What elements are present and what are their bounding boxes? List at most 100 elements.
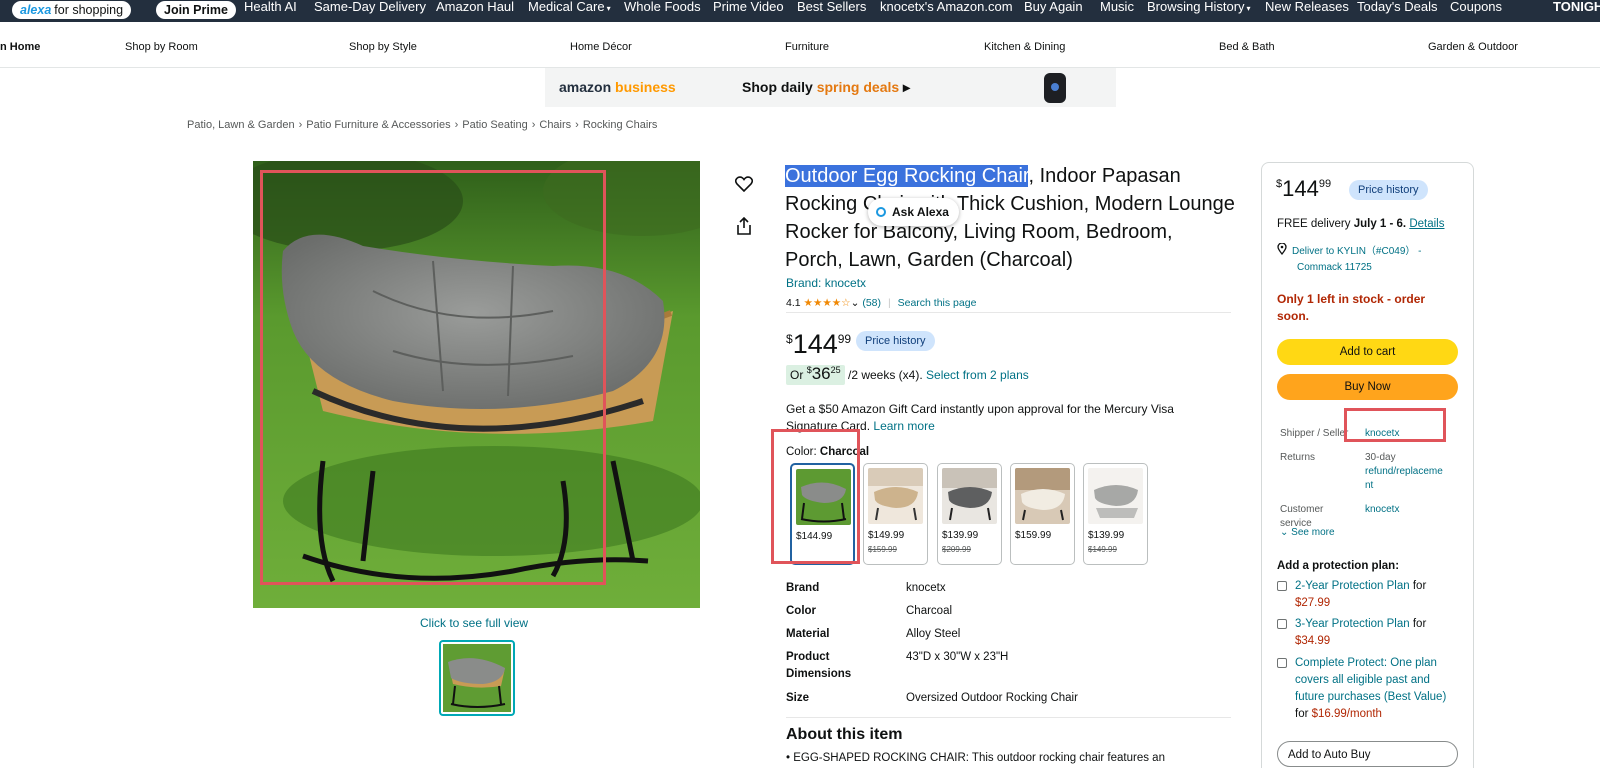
color-label: Color: Charcoal <box>786 446 870 458</box>
ratings-count-link[interactable]: (58) <box>862 297 881 309</box>
nav-link-my-amazon[interactable]: knocetx's Amazon.com <box>880 0 1013 14</box>
share-button[interactable] <box>729 211 759 241</box>
returns-label: Returns <box>1280 452 1316 463</box>
thumbnail-1[interactable] <box>439 640 515 716</box>
select-plans-link[interactable]: Select from 2 plans <box>926 368 1029 382</box>
buy-now-button[interactable]: Buy Now <box>1277 374 1458 400</box>
cat-shop-by-room[interactable]: Shop by Room <box>125 41 198 53</box>
search-this-page-link[interactable]: Search this page <box>898 297 977 309</box>
protection-plan-heading: Add a protection plan: <box>1277 560 1400 572</box>
seller-link[interactable]: knocetx <box>1365 427 1399 441</box>
amazon-business-logo: amazon business <box>559 79 676 95</box>
cat-home[interactable]: n Home <box>0 41 40 53</box>
rating-row: 4.1 ★★★★☆⌄ (58) | Search this page <box>786 297 976 309</box>
cat-garden-outdoor[interactable]: Garden & Outdoor <box>1428 41 1518 53</box>
breadcrumb: Patio, Lawn & Garden › Patio Furniture & A… <box>187 119 657 131</box>
click-full-view-link[interactable]: Click to see full view <box>420 616 528 630</box>
buy-box: $14499 Price history FREE delivery July … <box>1261 162 1474 768</box>
protection-2yr-link[interactable]: 2-Year Protection Plan <box>1295 580 1410 592</box>
returns-policy-link[interactable]: 30-day refund/replaceme nt <box>1365 451 1443 493</box>
nav-link-best-sellers[interactable]: Best Sellers <box>797 0 866 14</box>
swatch-image <box>868 468 923 524</box>
color-swatch-cream[interactable]: $159.99 <box>1010 463 1075 565</box>
star-rating-icon[interactable]: ★★★★☆ <box>804 297 851 309</box>
join-prime-button[interactable]: Join Prime <box>156 1 236 19</box>
breadcrumb-item[interactable]: Patio Furniture & Accessories <box>306 119 450 131</box>
add-to-auto-buy-button[interactable]: Add to Auto Buy <box>1277 741 1458 767</box>
swatch-image <box>796 469 851 525</box>
protection-2yr-checkbox[interactable] <box>1277 581 1287 591</box>
brand-store-link[interactable]: Brand: knocetx <box>786 276 866 290</box>
swatch-image <box>942 468 997 524</box>
heart-icon <box>735 176 753 192</box>
complete-protect-link[interactable]: Complete Protect: One plan covers all el… <box>1295 657 1446 703</box>
breadcrumb-separator: › <box>454 119 459 131</box>
ad-banner[interactable]: amazon business Shop daily spring deals … <box>545 68 1116 107</box>
chevron-down-icon: ⌄ <box>1280 527 1289 538</box>
alexa-for-shopping-button[interactable]: alexa for shopping <box>12 1 132 19</box>
breadcrumb-separator: › <box>531 119 536 131</box>
chevron-down-icon[interactable]: ⌄ <box>851 297 860 309</box>
nav-link-buy-again[interactable]: Buy Again <box>1024 0 1083 14</box>
nav-link-medical-care[interactable]: Medical Care ▾ <box>528 0 611 16</box>
learn-more-link[interactable]: Learn more <box>873 419 934 433</box>
gift-card-offer: Get a $50 Amazon Gift Card instantly upo… <box>786 402 1174 433</box>
alexa-logo: alexa <box>20 3 52 17</box>
breadcrumb-item[interactable]: Rocking Chairs <box>583 119 658 131</box>
color-swatch-charcoal[interactable]: $144.99 <box>790 463 855 565</box>
cat-home-decor[interactable]: Home Décor <box>570 41 632 53</box>
cat-shop-by-style[interactable]: Shop by Style <box>349 41 417 53</box>
cat-bed-bath[interactable]: Bed & Bath <box>1219 41 1275 53</box>
installment-offer: Or $3625 /2 weeks (x4). Select from 2 pl… <box>786 364 1029 385</box>
complete-protect-checkbox[interactable] <box>1277 658 1287 668</box>
cat-furniture[interactable]: Furniture <box>785 41 829 53</box>
breadcrumb-item[interactable]: Patio, Lawn & Garden <box>187 119 295 131</box>
share-icon <box>737 217 751 235</box>
nav-link-whole-foods[interactable]: Whole Foods <box>624 0 701 14</box>
nav-link-browsing-history[interactable]: Browsing History ▾ <box>1147 0 1251 16</box>
top-nav: alexa for shopping Join Prime Health AI S… <box>0 0 1600 22</box>
nav-link-music[interactable]: Music <box>1100 0 1134 14</box>
alexa-icon <box>876 207 886 217</box>
product-title: Outdoor Egg Rocking Chair, Indoor Papasa… <box>785 162 1235 274</box>
divider <box>786 312 1231 313</box>
nav-link-amazon-haul[interactable]: Amazon Haul <box>436 0 514 14</box>
ask-alexa-button[interactable]: Ask Alexa <box>868 198 959 226</box>
nav-link-prime-video[interactable]: Prime Video <box>713 0 784 14</box>
nav-promo-tonight[interactable]: TONIGH <box>1553 0 1600 14</box>
cat-kitchen-dining[interactable]: Kitchen & Dining <box>984 41 1065 53</box>
deliver-to-link[interactable]: Deliver to KYLIN（#C049） - Commack 11725 <box>1277 242 1422 276</box>
protection-3yr-checkbox[interactable] <box>1277 619 1287 629</box>
about-bullet: • EGG-SHAPED ROCKING CHAIR: This outdoor… <box>786 752 1165 764</box>
main-product-image[interactable] <box>253 161 700 608</box>
stock-status: Only 1 left in stock - order soon. <box>1277 292 1426 323</box>
wishlist-button[interactable] <box>729 169 759 199</box>
divider: | <box>887 297 891 309</box>
color-swatch-light-grey[interactable]: $139.99 $149.99 <box>1083 463 1148 565</box>
breadcrumb-item[interactable]: Patio Seating <box>462 119 527 131</box>
nav-link-todays-deals[interactable]: Today's Deals <box>1357 0 1438 14</box>
category-bar: n Home Shop by Room Shop by Style Home D… <box>0 22 1600 68</box>
customer-service-link[interactable]: knocetx <box>1365 503 1399 517</box>
product-price: $14499 <box>786 329 852 359</box>
see-more-link[interactable]: ⌄ See more <box>1280 527 1335 538</box>
about-this-item-heading: About this item <box>786 726 903 743</box>
color-swatch-beige[interactable]: $149.99 $159.99 <box>863 463 928 565</box>
breadcrumb-separator: › <box>575 119 579 131</box>
installment-price: Or $3625 <box>786 364 845 385</box>
nav-link-new-releases[interactable]: New Releases <box>1265 0 1349 14</box>
product-gadget-image <box>1044 73 1066 103</box>
nav-link-health-ai[interactable]: Health AI <box>244 0 297 14</box>
delivery-details-link[interactable]: Details <box>1409 218 1444 230</box>
nav-link-coupons[interactable]: Coupons <box>1450 0 1502 14</box>
add-to-cart-button[interactable]: Add to cart <box>1277 339 1458 365</box>
color-swatch-grey[interactable]: $139.99 $209.99 <box>937 463 1002 565</box>
swatch-image <box>1088 468 1143 524</box>
protection-3yr-link[interactable]: 3-Year Protection Plan <box>1295 618 1410 630</box>
breadcrumb-item[interactable]: Chairs <box>539 119 571 131</box>
price-history-badge[interactable]: Price history <box>856 331 935 351</box>
divider <box>786 717 1231 718</box>
price-history-badge[interactable]: Price history <box>1349 180 1428 200</box>
nav-link-same-day-delivery[interactable]: Same-Day Delivery <box>314 0 426 14</box>
chevron-down-icon: ▾ <box>1246 4 1251 13</box>
